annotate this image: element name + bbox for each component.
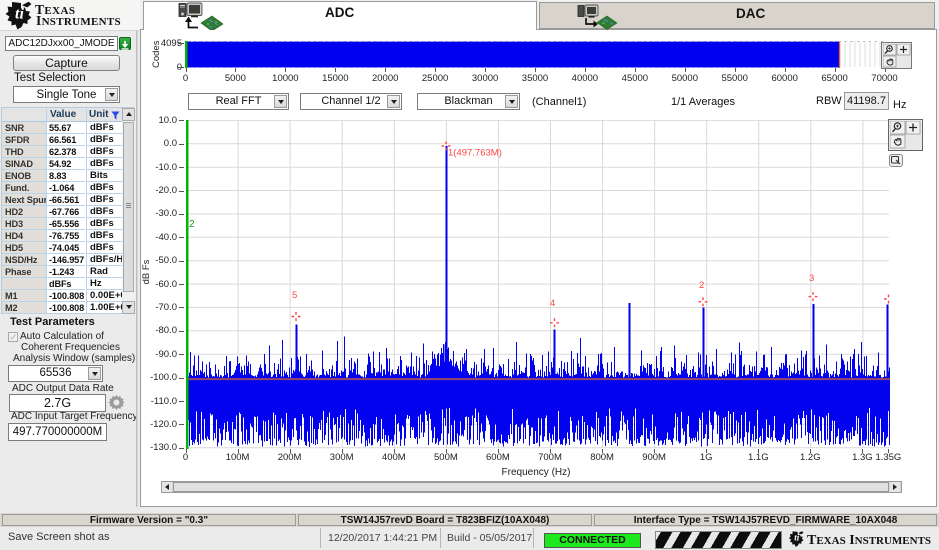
svg-text:2: 2 (699, 280, 704, 291)
svg-text:4: 4 (550, 298, 555, 309)
svg-text:1(497.763M): 1(497.763M) (448, 148, 502, 159)
svg-text:2: 2 (189, 219, 195, 230)
svg-text:3: 3 (809, 273, 814, 284)
svg-text:ti: ti (794, 533, 800, 543)
svg-text:ti: ti (15, 6, 24, 23)
svg-text:5: 5 (292, 290, 297, 301)
